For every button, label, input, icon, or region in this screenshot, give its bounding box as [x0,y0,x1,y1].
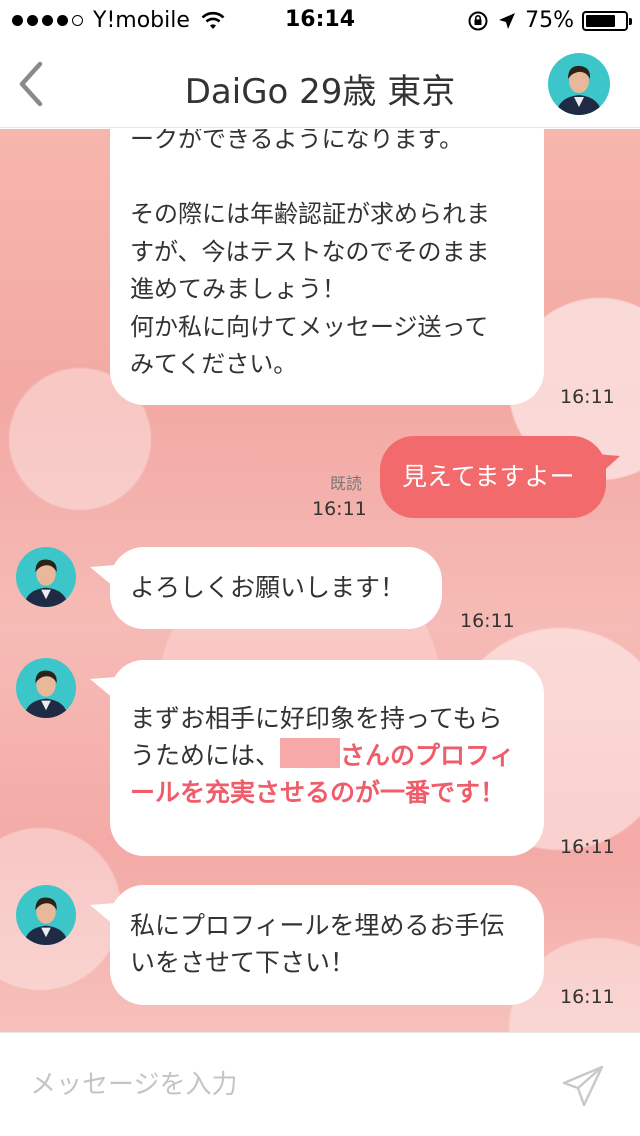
battery-icon [582,10,632,31]
message-line: うためには、 さんのプロフィ [130,737,544,774]
avatar[interactable] [16,658,76,718]
chat-area[interactable]: ークができるようになります。 その際には年齢認証が求められま すが、今はテストな… [0,129,640,1032]
battery-fill [586,14,615,27]
message-highlight-text: ールを充実させるのが一番です！ [130,778,506,807]
message-input-bar [0,1032,640,1136]
rotation-lock-icon [468,11,488,30]
avatar[interactable] [16,547,76,607]
status-bar: Y!mobile 16:14 75% [0,0,640,40]
message-line: まずお相手に好印象を持ってもら [130,700,544,737]
bubble-tail [596,454,620,476]
message-highlight-text: さんのプロフィ [340,741,515,770]
message-text: 見えてますよー [402,462,575,491]
message-text: まずお相手に好印象を持ってもら [130,704,503,733]
message-text: ークができるようになります。 その際には年齢認証が求められま すが、今はテストな… [130,129,490,378]
location-arrow-icon [499,12,516,29]
message-bubble-incoming: 私にプロフィールを埋めるお手伝 いをさせて下さい！ [110,885,544,1005]
message-text: うためには、 [130,741,281,770]
nav-bar: DaiGo 29歳 東京 [0,40,640,128]
page-title: DaiGo 29歳 東京 [184,72,456,112]
message-line: ールを充実させるのが一番です！ [130,774,544,811]
redacted-name [280,738,341,768]
status-right: 75% [467,8,632,33]
message-bubble-outgoing: 見えてますよー [380,436,606,518]
message-time: 16:11 [560,386,615,408]
message-bubble-incoming: よろしくお願いします！ [110,547,442,629]
profile-avatar-button[interactable] [548,53,610,115]
avatar[interactable] [16,885,76,945]
message-time: 16:11 [312,498,367,520]
battery-percent: 75% [525,8,574,33]
message-bubble-incoming: ークができるようになります。 その際には年齢認証が求められま すが、今はテストな… [110,129,544,405]
message-time: 16:11 [560,986,615,1008]
message-input[interactable] [30,1061,530,1109]
send-button[interactable] [560,1063,606,1109]
message-text: 私にプロフィールを埋めるお手伝 いをさせて下さい！ [130,911,505,977]
message-bubble-incoming: まずお相手に好印象を持ってもら うためには、 さんのプロフィ ールを充実させるのが… [110,660,544,856]
message-time: 16:11 [460,610,515,632]
paper-plane-icon [562,1065,604,1107]
read-receipt: 既読 [330,474,363,493]
message-time: 16:11 [560,836,615,858]
avatar [548,53,610,115]
message-text: よろしくお願いします！ [130,573,406,602]
